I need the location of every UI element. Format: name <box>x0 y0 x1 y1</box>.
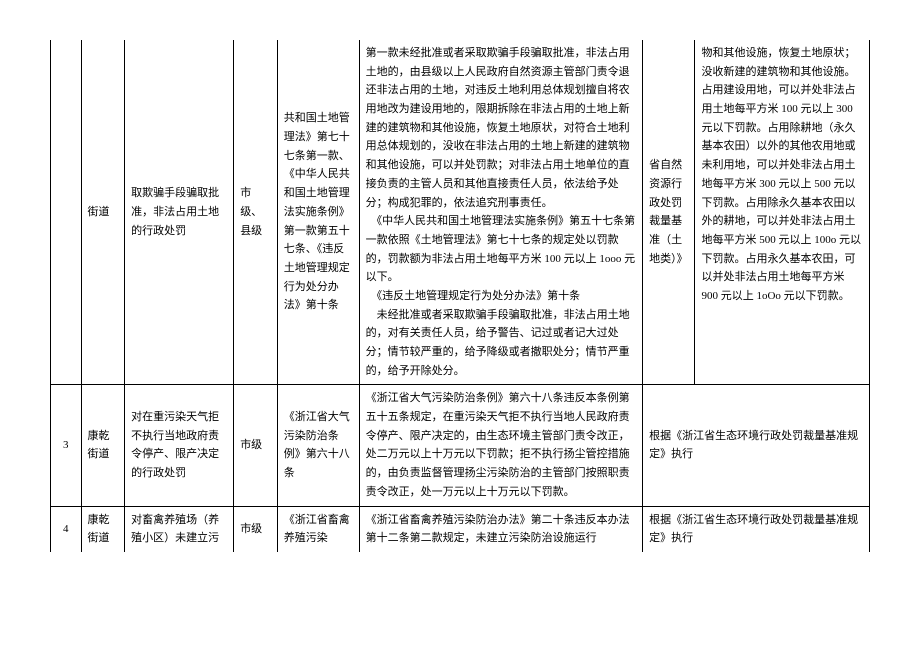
cell-level: 市级 <box>234 385 278 506</box>
cell-matter: 对在重污染天气拒不执行当地政府责令停产、限产决定的行政处罚 <box>125 385 234 506</box>
cell-detail: 《浙江省大气污染防治条例》第六十八条违反本条例第五十五条规定，在重污染天气拒不执… <box>359 385 643 506</box>
cell-std: 物和其他设施，恢复土地原状；没收新建的建筑物和其他设施。占用建设用地，可以并处非… <box>695 40 870 385</box>
cell-org: 根据《浙江省生态环境行政处罚裁量基准规定》执行 <box>643 385 870 506</box>
cell-law: 《浙江省大气污染防治条例》第六十八条 <box>277 385 359 506</box>
cell-level: 市级 <box>234 506 278 552</box>
cell-num: 3 <box>51 385 82 506</box>
table-row: 街道 取欺骗手段骗取批准，非法占用土地的行政处罚 市级、县级 共和国土地管理法》… <box>51 40 870 385</box>
table-row: 4 康乾街道 对畜禽养殖场（养殖小区）未建立污 市级 《浙江省畜禽养殖污染 《浙… <box>51 506 870 552</box>
cell-org: 根据《浙江省生态环境行政处罚裁量基准规定》执行 <box>643 506 870 552</box>
cell-law: 共和国土地管理法》第七十七条第一款、《中华人民共和国土地管理法实施条例》第一款第… <box>277 40 359 385</box>
cell-num <box>51 40 82 385</box>
cell-detail: 《浙江省畜禽养殖污染防治办法》第二十条违反本办法第十二条第二款规定，未建立污染防… <box>359 506 643 552</box>
cell-dept: 康乾街道 <box>81 385 125 506</box>
regulation-table: 街道 取欺骗手段骗取批准，非法占用土地的行政处罚 市级、县级 共和国土地管理法》… <box>50 40 870 552</box>
cell-dept: 街道 <box>81 40 125 385</box>
cell-dept: 康乾街道 <box>81 506 125 552</box>
cell-law: 《浙江省畜禽养殖污染 <box>277 506 359 552</box>
cell-num: 4 <box>51 506 82 552</box>
cell-matter: 取欺骗手段骗取批准，非法占用土地的行政处罚 <box>125 40 234 385</box>
cell-level: 市级、县级 <box>234 40 278 385</box>
table-row: 3 康乾街道 对在重污染天气拒不执行当地政府责令停产、限产决定的行政处罚 市级 … <box>51 385 870 506</box>
cell-org: 省自然资源行政处罚裁量基准（土地类）》 <box>643 40 695 385</box>
cell-matter: 对畜禽养殖场（养殖小区）未建立污 <box>125 506 234 552</box>
cell-detail: 第一款未经批准或者采取欺骗手段骗取批准，非法占用土地的，由县级以上人民政府自然资… <box>359 40 643 385</box>
